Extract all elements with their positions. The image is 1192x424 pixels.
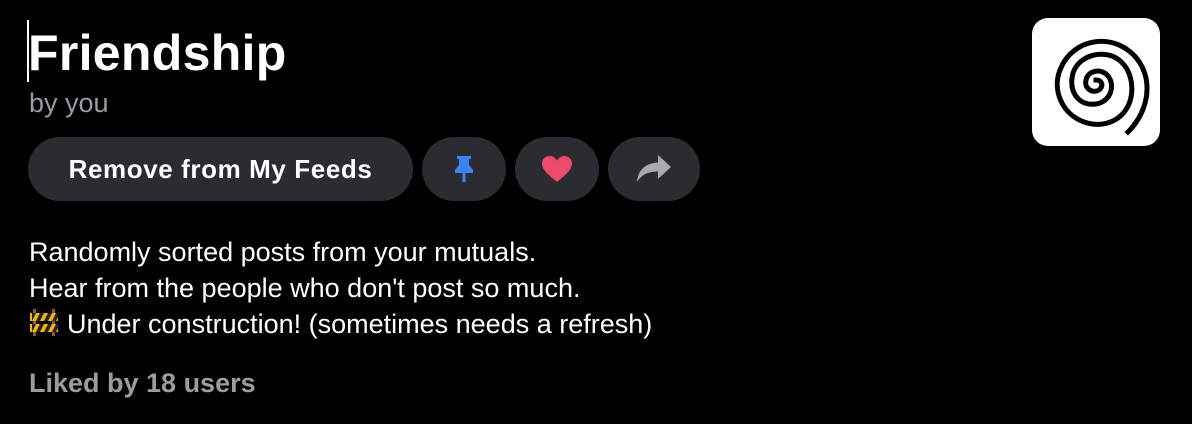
feed-byline: by you (29, 88, 109, 118)
spiral-icon (1054, 38, 1150, 136)
description-line: Randomly sorted posts from your mutuals. (29, 237, 537, 267)
share-button[interactable] (608, 137, 700, 201)
heart-icon (542, 156, 572, 182)
feed-avatar[interactable] (1032, 18, 1160, 146)
liked-by-count[interactable]: Liked by 18 users (29, 366, 256, 400)
feed-actions: Remove from My Feeds (28, 136, 709, 202)
remove-from-my-feeds-button[interactable]: Remove from My Feeds (28, 137, 413, 201)
description-line-text: Under construction! (sometimes needs a r… (67, 309, 653, 339)
pin-button[interactable] (422, 137, 506, 201)
feed-description: Randomly sorted posts from your mutuals.… (29, 234, 652, 342)
share-arrow-icon (637, 155, 671, 182)
feed-title: Friendship (28, 25, 287, 81)
pin-icon (455, 156, 473, 182)
feed-header: Friendship by you Remove from My Feeds R… (0, 0, 1192, 424)
description-line-with-emoji: Under construction! (sometimes needs a r… (29, 306, 652, 342)
description-line: Hear from the people who don't post so m… (29, 273, 581, 303)
construction-sign-icon (30, 309, 58, 336)
like-button[interactable] (515, 137, 599, 201)
